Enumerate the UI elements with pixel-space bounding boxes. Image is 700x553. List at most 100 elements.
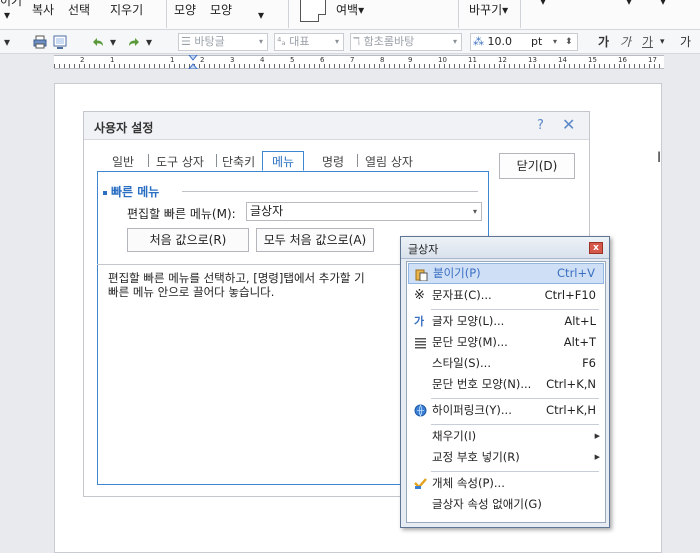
underline-button[interactable]: 가 <box>642 33 653 51</box>
menu-item-style[interactable]: 스타일(S)... F6 <box>408 353 604 374</box>
quick-menu-select[interactable]: 글상자 ▾ <box>246 202 482 221</box>
ruler-number: 1 <box>110 56 115 64</box>
font-size-icon: ⁂ <box>473 35 484 48</box>
context-menu-title-bar[interactable]: 글상자 x <box>401 237 609 259</box>
menu-separator <box>431 471 599 472</box>
font-combo[interactable]: ℸ 함초롬바탕 ▾ <box>350 33 462 51</box>
quick-menu-label: 편집할 빠른 메뉴(M): <box>127 207 236 221</box>
ruler-number: 14 <box>558 56 567 64</box>
menu-item-symbol[interactable]: ※ 문자표(C)... Ctrl+F10 <box>408 285 604 306</box>
menu-item-label: 문단 모양(M)... <box>432 335 508 349</box>
ribbon-margin-button[interactable]: 여백▾ <box>336 3 364 17</box>
close-icon[interactable]: ✕ <box>562 115 575 134</box>
ruler-number: 4 <box>260 56 265 64</box>
reset-button[interactable]: 처음 값으로(R) <box>127 228 249 252</box>
outline-combo[interactable]: ⁴ₐ 대표 ▾ <box>274 33 344 51</box>
description-line: 편집할 빠른 메뉴를 선택하고, [명령]탭에서 추가할 기 <box>108 271 365 285</box>
font-size-combo[interactable]: ⁂ 10.0 pt ▾ ⬍ <box>470 33 578 51</box>
chevron-down-icon: ▾ <box>258 37 263 46</box>
chevron-down-icon: ▾ <box>452 37 457 46</box>
toolbar-dropdown-arrow[interactable]: ▾ <box>4 33 10 51</box>
menu-item-fill[interactable]: 채우기(I) ▶ <box>408 426 604 447</box>
ribbon-dropdown-arrow[interactable]: ▾ <box>258 8 264 22</box>
ribbon-separator <box>520 0 521 28</box>
print-icon[interactable] <box>32 34 48 50</box>
undo-dropdown-arrow[interactable]: ▾ <box>110 33 116 51</box>
ribbon-shape1-button[interactable]: 모양 <box>174 3 196 17</box>
tab-menu[interactable]: 메뉴 <box>262 151 305 171</box>
ribbon-dropdown-arrow[interactable]: ▾ <box>660 0 666 8</box>
style-combo[interactable]: ☰ 바탕글 ▾ <box>178 33 268 51</box>
close-icon[interactable]: x <box>589 242 603 254</box>
submenu-arrow-icon: ▶ <box>594 453 600 461</box>
menu-item-paste[interactable]: 붙이기(P) Ctrl+V <box>408 263 604 284</box>
tab-divider <box>216 154 217 167</box>
ribbon-dropdown-arrow[interactable]: ▾ <box>540 0 546 8</box>
bold-button[interactable]: 가 <box>598 33 609 51</box>
undo-icon[interactable] <box>90 34 106 50</box>
font-size-value: 10.0 <box>487 35 513 48</box>
tab-open-box[interactable]: 열림 상자 <box>365 153 413 170</box>
ribbon-replace-button[interactable]: 바꾸기▾ <box>469 3 508 17</box>
page-margin-icon[interactable] <box>300 0 326 22</box>
spin-icon[interactable]: ⬍ <box>565 34 573 50</box>
chevron-down-icon: ▾ <box>334 37 339 46</box>
menu-item-hyperlink[interactable]: 하이퍼링크(Y)... Ctrl+K,H <box>408 400 604 421</box>
horizontal-ruler[interactable]: 2 1 1 2 3 4 5 6 7 8 9 10 11 12 13 14 15 … <box>54 55 664 69</box>
more-format-button[interactable]: 가 <box>680 33 691 51</box>
ruler-number: 2 <box>80 56 85 64</box>
tab-shortcuts[interactable]: 단축키 <box>222 153 255 170</box>
menu-item-para-shape[interactable]: 문단 모양(M)... Alt+T <box>408 332 604 353</box>
tab-divider <box>148 154 149 167</box>
italic-button[interactable]: 가 <box>620 33 631 51</box>
section-divider <box>182 191 478 192</box>
ruler-number: 7 <box>350 56 355 64</box>
ribbon-clear-button[interactable]: 지우기 <box>110 3 143 17</box>
textbox-context-menu: 글상자 x 붙이기(P) Ctrl+V ※ 문자표(C)... Ctrl+F10… <box>400 236 610 528</box>
menu-item-shortcut: Alt+T <box>563 335 596 349</box>
ruler-number: 1 <box>170 56 175 64</box>
redo-dropdown-arrow[interactable]: ▾ <box>146 33 152 51</box>
ribbon-dropdown-dot[interactable]: ▾ <box>4 8 10 22</box>
menu-item-para-number[interactable]: 문단 번호 모양(N)... Ctrl+K,N <box>408 374 604 395</box>
indent-marker-icon[interactable] <box>188 55 198 69</box>
tab-commands[interactable]: 명령 <box>322 153 344 170</box>
submenu-arrow-icon: ▶ <box>594 432 600 440</box>
menu-separator <box>431 309 599 310</box>
menu-item-label: 글상자 속성 없애기(G) <box>432 497 542 511</box>
ibeam-cursor-icon: I <box>657 150 662 166</box>
help-icon[interactable]: ? <box>537 118 544 133</box>
menu-item-label: 개체 속성(P)... <box>432 476 505 490</box>
menu-item-shortcut: Alt+L <box>564 314 596 328</box>
menu-item-label: 글자 모양(L)... <box>432 314 505 328</box>
ruler-number: 9 <box>408 56 413 64</box>
object-props-icon <box>414 478 427 489</box>
menu-item-proof-mark[interactable]: 교정 부호 넣기(R) ▶ <box>408 447 604 468</box>
ribbon-dropdown-arrow[interactable]: ▾ <box>626 0 632 8</box>
ribbon-copy-button[interactable]: 복사 <box>32 3 54 17</box>
menu-item-shortcut: Ctrl+F10 <box>544 288 596 302</box>
redo-icon[interactable] <box>126 34 142 50</box>
style-combo-value: 바탕글 <box>194 35 225 48</box>
ruler-number: 10 <box>438 56 447 64</box>
underline-dropdown-arrow[interactable]: ▾ <box>660 33 665 51</box>
menu-item-label: 채우기(I) <box>432 429 477 443</box>
close-dialog-button[interactable]: 닫기(D) <box>499 153 575 179</box>
context-menu-list: 붙이기(P) Ctrl+V ※ 문자표(C)... Ctrl+F10 가 글자 … <box>406 261 606 523</box>
menu-item-remove-textbox[interactable]: 글상자 속성 없애기(G) <box>408 494 604 515</box>
reset-all-button[interactable]: 모두 처음 값으로(A) <box>256 228 374 252</box>
ribbon-select-button[interactable]: 선택 <box>68 3 90 17</box>
preview-icon[interactable] <box>52 34 68 50</box>
menu-separator <box>431 424 599 425</box>
menu-item-label: 교정 부호 넣기(R) <box>432 450 520 464</box>
ribbon-item-cut[interactable]: 이기 <box>0 0 22 8</box>
ruler-number: 17 <box>648 56 657 64</box>
ruler-number: 13 <box>528 56 537 64</box>
menu-item-char-shape[interactable]: 가 글자 모양(L)... Alt+L <box>408 311 604 332</box>
menu-item-object-properties[interactable]: 개체 속성(P)... <box>408 473 604 494</box>
ribbon-shape2-button[interactable]: 모양 <box>210 3 232 17</box>
tab-toolbox[interactable]: 도구 상자 <box>156 153 204 170</box>
ruler-number: 12 <box>498 56 507 64</box>
tab-general[interactable]: 일반 <box>112 153 134 170</box>
dialog-title-bar[interactable]: 사용자 설정 ? ✕ <box>84 112 589 140</box>
